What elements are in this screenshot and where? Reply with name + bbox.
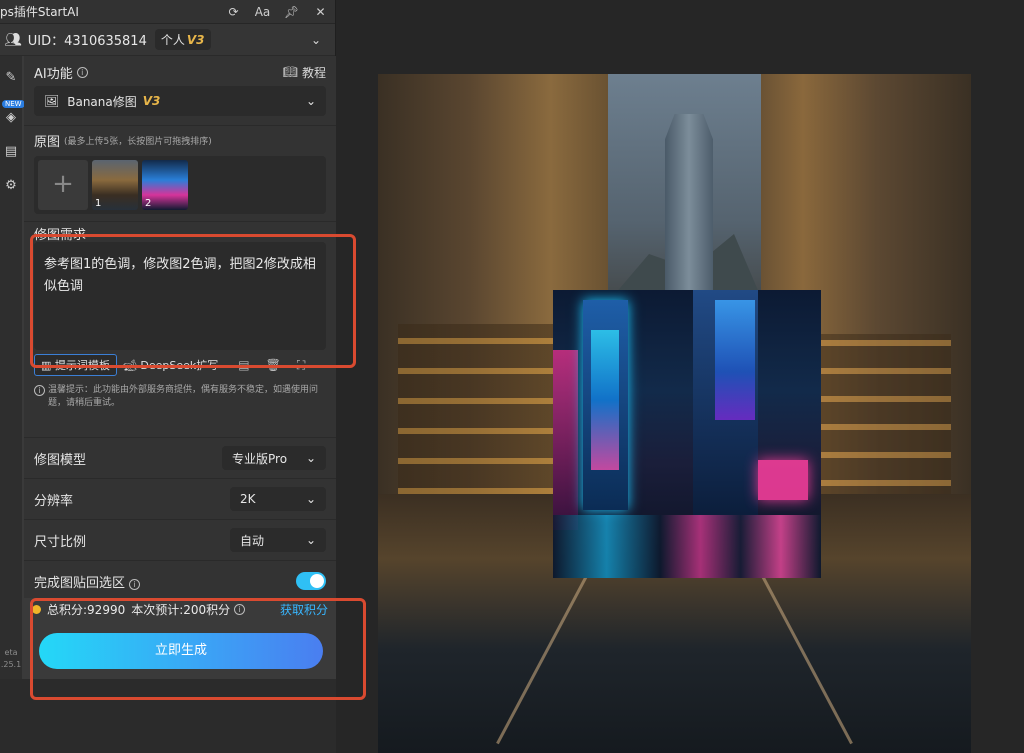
thumbnail-index: 1 — [95, 198, 102, 209]
title-bar: ps插件StartAI ⟳ Aa 📌︎ ✕ — [0, 0, 335, 24]
aspect-setting: 尺寸比例 自动 ⌄ — [24, 520, 336, 561]
ai-function-version: V3 — [142, 94, 161, 108]
source-images-label: 原图 — [34, 134, 61, 150]
aspect-select[interactable]: 自动 ⌄ — [230, 528, 326, 552]
model-setting: 修图模型 专业版Pro ⌄ — [24, 438, 336, 479]
chevron-down-icon[interactable]: ⌄ — [311, 33, 321, 47]
neon-building — [583, 300, 628, 510]
info-icon[interactable]: i — [129, 578, 141, 590]
ai-function-value: Banana修图 — [67, 94, 137, 109]
chevron-down-icon: ⌄ — [305, 533, 316, 547]
resolution-label: 分辨率 — [34, 493, 74, 509]
chevron-down-icon: ⌄ — [305, 451, 316, 465]
aspect-value: 自动 — [240, 533, 265, 548]
service-notice: i 温馨提示：此功能由外部服务商提供，偶有服务不稳定，如遇使用问题，请稍后重试。 — [34, 380, 326, 418]
add-image-button[interactable]: + — [38, 160, 88, 210]
paste-back-text: 完成图贴回选区 — [34, 575, 126, 591]
image-icon: 🖼︎ — [44, 94, 60, 108]
thumbnail-1[interactable]: 1 — [92, 160, 138, 210]
highlight-box-generate — [30, 598, 366, 700]
neon-reflection — [553, 515, 821, 578]
ai-function-section: AI功能 i 📖︎ 教程 🖼︎ Banana修图 V3 ⌄ — [24, 56, 336, 126]
model-value: 专业版Pro — [232, 451, 288, 466]
layers-icon[interactable]: ◈ — [0, 110, 22, 125]
paste-back-label: 完成图贴回选区 i — [34, 572, 141, 591]
panel-title: ps插件StartAI — [0, 5, 79, 19]
user-bar: 👥︎ UID：4310635814 个人 V3 ⌄ — [0, 24, 335, 56]
chevron-down-icon: ⌄ — [305, 492, 316, 506]
chevron-down-icon: ⌄ — [305, 94, 316, 108]
uid-label: UID：4310635814 — [27, 34, 147, 49]
neon-city-photo — [553, 290, 821, 578]
save-icon[interactable]: ▤ — [0, 144, 22, 159]
tutorial-label: 教程 — [301, 65, 326, 80]
pin-icon[interactable]: 📌︎ — [277, 5, 306, 19]
gear-icon[interactable]: ⚙ — [0, 178, 22, 193]
edit-icon[interactable]: ✎ — [0, 70, 22, 85]
close-icon[interactable]: ✕ — [306, 5, 335, 19]
beta-label: eta — [4, 648, 18, 657]
left-rail: ✎ NEW ◈ ▤ ⚙ eta .25.1 — [0, 56, 25, 679]
paste-back-toggle[interactable] — [296, 572, 326, 590]
neon-sign — [758, 460, 808, 500]
resolution-select[interactable]: 2K ⌄ — [230, 487, 326, 511]
version-label: .25.1 — [0, 660, 22, 669]
source-images-section: 原图 (最多上传5张，长按图片可拖拽排序) + 1 2 — [24, 126, 336, 222]
book-icon: 📖︎ — [282, 65, 298, 79]
paste-back-setting: 完成图贴回选区 i — [24, 561, 336, 602]
thumbnail-index: 2 — [145, 198, 152, 209]
plan-name: 个人 — [160, 33, 185, 47]
font-icon[interactable]: Aa — [248, 5, 277, 19]
aspect-label: 尺寸比例 — [34, 534, 87, 550]
model-label: 修图模型 — [34, 452, 87, 468]
ai-function-label: AI功能 — [34, 66, 73, 82]
notice-text: 温馨提示：此功能由外部服务商提供，偶有服务不稳定，如遇使用问题，请稍后重试。 — [48, 385, 319, 408]
neon-building — [553, 350, 578, 530]
ai-function-dropdown[interactable]: 🖼︎ Banana修图 V3 ⌄ — [34, 86, 326, 116]
plan-badge: 个人 V3 — [154, 29, 211, 50]
thumbnail-2[interactable]: 2 — [142, 160, 188, 210]
neon-building — [693, 290, 758, 520]
highlight-box-prompt — [30, 234, 356, 368]
thumbnail-strip: + 1 2 — [34, 156, 326, 214]
tutorial-link[interactable]: 📖︎ 教程 — [283, 64, 326, 81]
model-select[interactable]: 专业版Pro ⌄ — [222, 446, 326, 470]
resolution-value: 2K — [240, 492, 256, 506]
users-icon: 👥︎ — [4, 31, 22, 48]
source-images-hint: (最多上传5张，长按图片可拖拽排序) — [64, 136, 212, 147]
new-badge: NEW — [2, 100, 25, 108]
resolution-setting: 分辨率 2K ⌄ — [24, 479, 336, 520]
info-icon[interactable]: i — [76, 66, 88, 78]
refresh-icon[interactable]: ⟳ — [219, 5, 248, 19]
plan-version: V3 — [186, 33, 205, 47]
info-icon: i — [34, 385, 45, 396]
